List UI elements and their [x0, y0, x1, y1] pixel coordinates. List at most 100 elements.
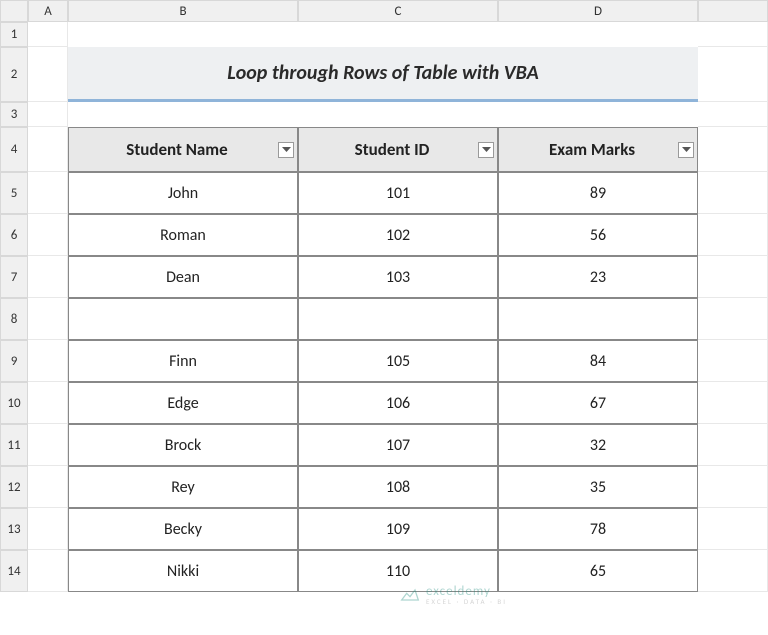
table-header-exam-marks[interactable]: Exam Marks [498, 127, 698, 172]
table-cell[interactable]: 89 [498, 172, 698, 214]
row-header-12[interactable]: 12 [0, 466, 28, 508]
cell[interactable] [28, 127, 68, 172]
table-cell[interactable] [298, 298, 498, 340]
filter-button-marks[interactable] [678, 142, 694, 158]
cell[interactable] [28, 298, 68, 340]
chevron-down-icon [682, 147, 691, 152]
table-header-student-id[interactable]: Student ID [298, 127, 498, 172]
cell[interactable] [28, 550, 68, 592]
watermark-tagline: EXCEL · DATA · BI [426, 598, 507, 605]
table-cell[interactable]: 101 [298, 172, 498, 214]
table-cell[interactable]: Dean [68, 256, 298, 298]
table-cell[interactable]: 105 [298, 340, 498, 382]
table-cell[interactable]: Finn [68, 340, 298, 382]
row-header-9[interactable]: 9 [0, 340, 28, 382]
row-header-5[interactable]: 5 [0, 172, 28, 214]
row-header-4[interactable]: 4 [0, 127, 28, 172]
cell[interactable] [68, 22, 298, 47]
table-cell[interactable]: 103 [298, 256, 498, 298]
row-header-1[interactable]: 1 [0, 22, 28, 47]
table-cell[interactable]: 35 [498, 466, 698, 508]
cell[interactable] [698, 172, 768, 214]
table-cell[interactable]: 65 [498, 550, 698, 592]
cell[interactable] [298, 102, 498, 127]
cell[interactable] [28, 214, 68, 256]
cell[interactable] [28, 424, 68, 466]
cell[interactable] [28, 340, 68, 382]
table-cell[interactable]: 108 [298, 466, 498, 508]
col-header-D[interactable]: D [498, 0, 698, 22]
cell[interactable] [698, 382, 768, 424]
header-label: Student ID [355, 139, 430, 160]
row-header-14[interactable]: 14 [0, 550, 28, 592]
cell[interactable] [698, 102, 768, 127]
row-header-10[interactable]: 10 [0, 382, 28, 424]
col-header-B[interactable]: B [68, 0, 298, 22]
row-header-2[interactable]: 2 [0, 47, 28, 102]
table-cell[interactable]: 109 [298, 508, 498, 550]
cell[interactable] [298, 22, 498, 47]
table-cell[interactable]: Rey [68, 466, 298, 508]
row-header-13[interactable]: 13 [0, 508, 28, 550]
cell[interactable] [28, 382, 68, 424]
cell[interactable] [698, 22, 768, 47]
table-cell[interactable]: 67 [498, 382, 698, 424]
chevron-down-icon [282, 147, 291, 152]
cell[interactable] [698, 550, 768, 592]
table-cell[interactable]: 107 [298, 424, 498, 466]
select-all-corner[interactable] [0, 0, 28, 22]
cell[interactable] [28, 47, 68, 102]
cell[interactable] [698, 47, 768, 102]
row-header-7[interactable]: 7 [0, 256, 28, 298]
row-header-8[interactable]: 8 [0, 298, 28, 340]
cell[interactable] [698, 298, 768, 340]
cell[interactable] [698, 127, 768, 172]
table-cell[interactable] [68, 298, 298, 340]
spreadsheet-grid: A B C D 1 2 Loop through Rows of Table w… [0, 0, 768, 592]
table-cell[interactable]: Brock [68, 424, 298, 466]
table-cell[interactable]: Roman [68, 214, 298, 256]
header-label: Student Name [126, 139, 227, 160]
table-cell[interactable]: Nikki [68, 550, 298, 592]
cell[interactable] [28, 102, 68, 127]
table-cell[interactable]: John [68, 172, 298, 214]
table-cell[interactable]: 102 [298, 214, 498, 256]
cell[interactable] [68, 102, 298, 127]
table-cell[interactable]: Becky [68, 508, 298, 550]
cell[interactable] [28, 172, 68, 214]
header-label: Exam Marks [549, 139, 635, 160]
row-header-11[interactable]: 11 [0, 424, 28, 466]
page-title: Loop through Rows of Table with VBA [227, 61, 539, 85]
cell[interactable] [498, 22, 698, 47]
table-cell[interactable]: 78 [498, 508, 698, 550]
title-merged-cell[interactable]: Loop through Rows of Table with VBA [68, 47, 698, 102]
table-cell[interactable]: Edge [68, 382, 298, 424]
cell[interactable] [698, 508, 768, 550]
table-cell[interactable]: 56 [498, 214, 698, 256]
row-header-6[interactable]: 6 [0, 214, 28, 256]
row-header-3[interactable]: 3 [0, 102, 28, 127]
cell[interactable] [698, 214, 768, 256]
table-cell[interactable]: 110 [298, 550, 498, 592]
table-cell[interactable] [498, 298, 698, 340]
filter-button-id[interactable] [478, 142, 494, 158]
col-header-next[interactable] [698, 0, 768, 22]
filter-button-name[interactable] [278, 142, 294, 158]
cell[interactable] [498, 102, 698, 127]
cell[interactable] [28, 22, 68, 47]
cell[interactable] [28, 256, 68, 298]
table-cell[interactable]: 106 [298, 382, 498, 424]
cell[interactable] [698, 256, 768, 298]
cell[interactable] [28, 466, 68, 508]
table-cell[interactable]: 32 [498, 424, 698, 466]
cell[interactable] [698, 340, 768, 382]
cell[interactable] [698, 424, 768, 466]
col-header-C[interactable]: C [298, 0, 498, 22]
chevron-down-icon [482, 147, 491, 152]
table-cell[interactable]: 84 [498, 340, 698, 382]
cell[interactable] [698, 466, 768, 508]
table-cell[interactable]: 23 [498, 256, 698, 298]
table-header-student-name[interactable]: Student Name [68, 127, 298, 172]
cell[interactable] [28, 508, 68, 550]
col-header-A[interactable]: A [28, 0, 68, 22]
